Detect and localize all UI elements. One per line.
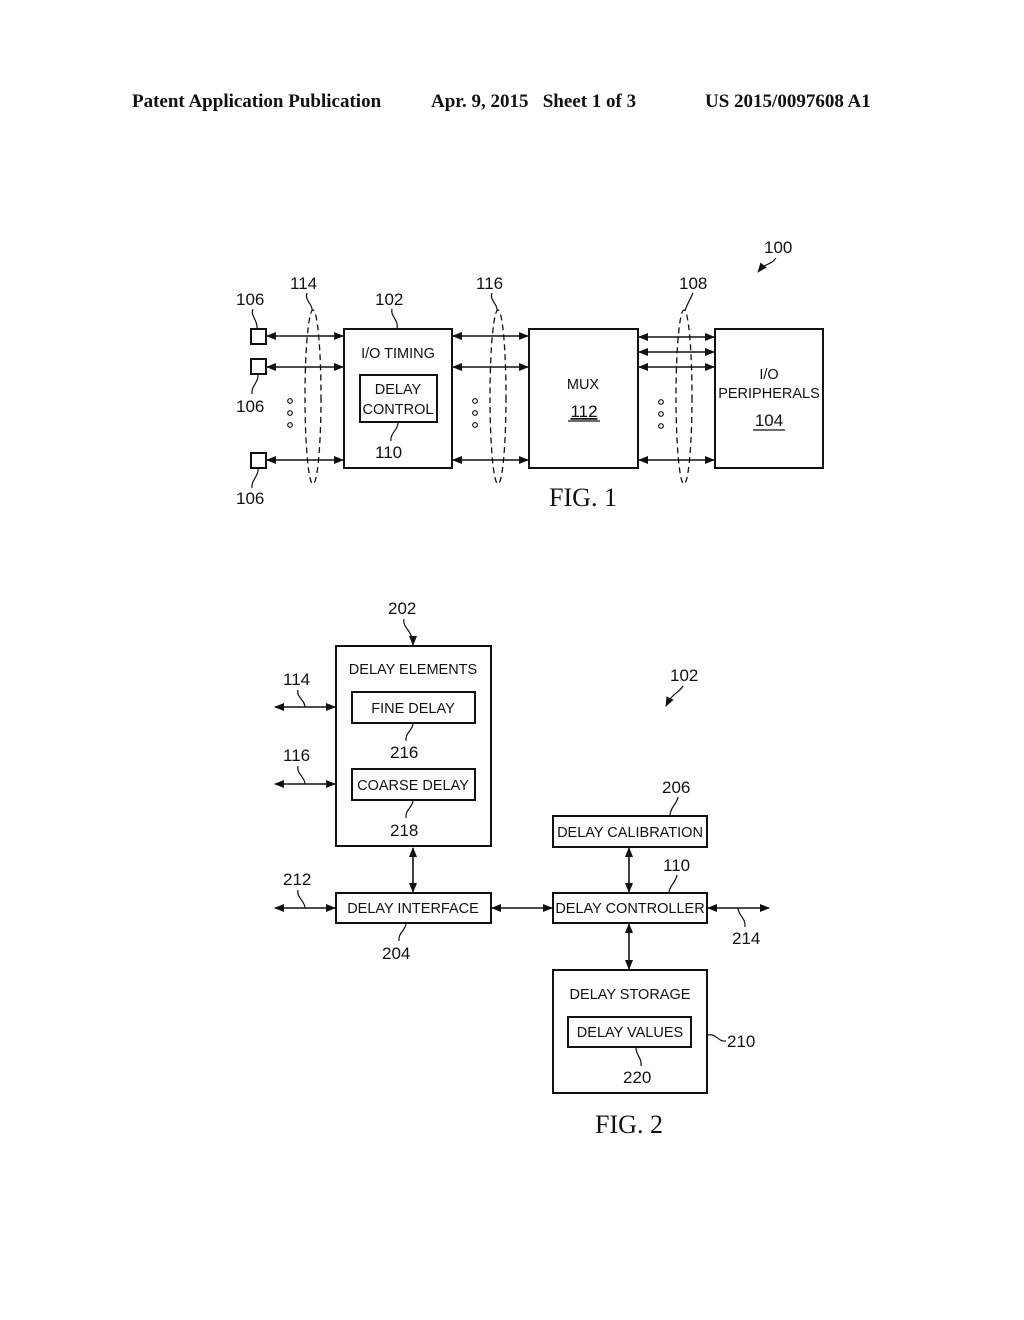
ellipsis-dot <box>287 422 293 428</box>
delay-elements-label: DELAY ELEMENTS <box>349 662 477 678</box>
ref-204-leader <box>398 923 407 942</box>
ref-106-bottom-leader <box>251 467 259 489</box>
ref-116-leader <box>490 292 498 312</box>
fig2-ref-102-arrow <box>665 685 684 707</box>
ref-108-leader <box>684 292 694 312</box>
ellipsis-dot <box>658 423 664 429</box>
delay-storage-label: DELAY STORAGE <box>570 987 691 1003</box>
ref-110: 110 <box>375 443 402 462</box>
ref-106-mid-leader <box>251 373 259 395</box>
ref-210: 210 <box>727 1032 755 1051</box>
ellipsis-dot <box>658 399 664 405</box>
ref-212-leader <box>297 889 306 909</box>
fine-delay-label: FINE DELAY <box>371 701 455 717</box>
delay-control-label-1: DELAY <box>375 382 422 398</box>
ref-100: 100 <box>764 238 792 257</box>
fig2-ref-114: 114 <box>283 670 310 689</box>
ref-114: 114 <box>290 274 317 293</box>
date-and-sheet: Apr. 9, 2015 Sheet 1 of 3 <box>431 91 636 112</box>
delay-controller-label: DELAY CONTROLLER <box>555 901 704 917</box>
ref-214: 214 <box>732 929 760 948</box>
ref-116: 116 <box>476 274 503 293</box>
publication-type: Patent Application Publication <box>132 91 382 112</box>
io-peripherals-ref: 104 <box>755 411 783 430</box>
ellipsis-dot <box>287 398 293 404</box>
fig2-ref-116: 116 <box>283 746 310 765</box>
ref-218: 218 <box>390 821 418 840</box>
bus-108-bracket <box>675 309 693 485</box>
ref-102: 102 <box>375 290 403 309</box>
ref-214-leader <box>737 907 746 928</box>
ref-102-leader <box>391 308 398 330</box>
ref-220: 220 <box>623 1068 651 1087</box>
io-peripherals-label-1: I/O <box>759 367 778 383</box>
ellipsis-dot <box>472 398 478 404</box>
delay-interface-label: DELAY INTERFACE <box>347 901 479 917</box>
ref-216: 216 <box>390 743 418 762</box>
io-timing-label: I/O TIMING <box>361 346 435 362</box>
ref-106-mid: 106 <box>236 397 264 416</box>
ellipsis-dot <box>287 410 293 416</box>
ref-108: 108 <box>679 274 707 293</box>
ref-210-leader <box>707 1034 727 1042</box>
fig2-ref-110-leader <box>668 874 678 893</box>
fig1-caption: FIG. 1 <box>549 483 617 512</box>
delay-values-label: DELAY VALUES <box>577 1025 683 1041</box>
ref-212: 212 <box>283 870 311 889</box>
io-peripherals-label-2: PERIPHERALS <box>718 386 820 402</box>
fig2-ref-102: 102 <box>670 666 698 685</box>
ref-106-bottom: 106 <box>236 489 264 508</box>
io-pad-2 <box>250 358 267 375</box>
ellipsis-dot <box>472 422 478 428</box>
ref-202-arrow <box>403 618 417 646</box>
figure-1: 100 106 106 106 114 I/O TIMING 102 DELAY… <box>236 238 824 512</box>
ref-202: 202 <box>388 599 416 618</box>
fig2-ref-114-leader <box>297 689 306 708</box>
ref-206: 206 <box>662 778 690 797</box>
fig2-caption: FIG. 2 <box>595 1110 663 1139</box>
figure-2: 102 202 DELAY ELEMENTS FINE DELAY 216 CO… <box>274 599 770 1139</box>
io-pad-3 <box>250 452 267 469</box>
io-pad-1 <box>250 328 267 345</box>
coarse-delay-label: COARSE DELAY <box>357 778 469 794</box>
fig2-ref-116-leader <box>297 765 306 785</box>
ref-114-leader <box>305 292 313 312</box>
publication-number: US 2015/0097608 A1 <box>705 91 871 112</box>
ref-100-arrow <box>757 257 777 273</box>
ellipsis-dot <box>658 411 664 417</box>
patent-sheet: Patent Application Publication Apr. 9, 2… <box>132 91 871 1139</box>
fig2-ref-110: 110 <box>663 856 690 875</box>
mux-block <box>528 328 639 469</box>
ref-106-top-leader <box>251 308 258 330</box>
ellipsis-dot <box>472 410 478 416</box>
ref-204: 204 <box>382 944 410 963</box>
ref-106-top: 106 <box>236 290 264 309</box>
delay-calibration-label: DELAY CALIBRATION <box>557 825 703 841</box>
delay-control-label-2: CONTROL <box>363 402 434 418</box>
ref-206-leader <box>669 796 679 816</box>
mux-ref: 112 <box>570 402 597 421</box>
mux-label: MUX <box>567 377 600 393</box>
